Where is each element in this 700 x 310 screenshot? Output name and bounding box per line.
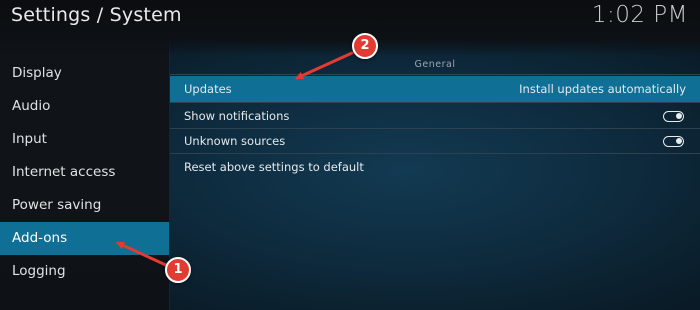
setting-value: Install updates automatically: [519, 82, 686, 96]
reset-settings-label: Reset above settings to default: [184, 160, 364, 174]
setting-label: Show notifications: [184, 109, 290, 123]
settings-panel: General Updates Install updates automati…: [170, 56, 700, 310]
setting-show-notifications[interactable]: Show notifications: [170, 103, 700, 129]
kodi-settings-screen: Display Audio Input Internet access Powe…: [0, 0, 700, 310]
toggle-knob: [676, 137, 682, 144]
annotation-badge-1: 1: [165, 257, 191, 283]
sidebar-item-display[interactable]: Display: [0, 57, 169, 90]
reset-settings-button[interactable]: Reset above settings to default: [170, 154, 700, 180]
setting-unknown-sources[interactable]: Unknown sources: [170, 128, 700, 154]
sidebar-item-internet-access[interactable]: Internet access: [0, 156, 169, 189]
unknown-sources-toggle[interactable]: [663, 135, 684, 147]
annotation-badge-2: 2: [352, 33, 378, 59]
clock: 1:02 PM: [591, 2, 688, 28]
sidebar-list: Display Audio Input Internet access Powe…: [0, 57, 169, 288]
setting-label: Updates: [184, 82, 232, 96]
sidebar-item-power-saving[interactable]: Power saving: [0, 189, 169, 222]
toggle-knob: [676, 112, 682, 119]
sidebar-item-logging[interactable]: Logging: [0, 255, 169, 288]
setting-updates[interactable]: Updates Install updates automatically: [170, 76, 700, 102]
setting-label: Unknown sources: [184, 134, 286, 148]
show-notifications-toggle[interactable]: [663, 110, 684, 122]
sidebar-item-add-ons[interactable]: Add-ons: [0, 222, 169, 255]
sidebar-item-audio[interactable]: Audio: [0, 90, 169, 123]
page-title: Settings / System: [11, 4, 182, 26]
sidebar-item-input[interactable]: Input: [0, 123, 169, 156]
section-divider: [170, 74, 700, 75]
section-title: General: [414, 59, 456, 70]
